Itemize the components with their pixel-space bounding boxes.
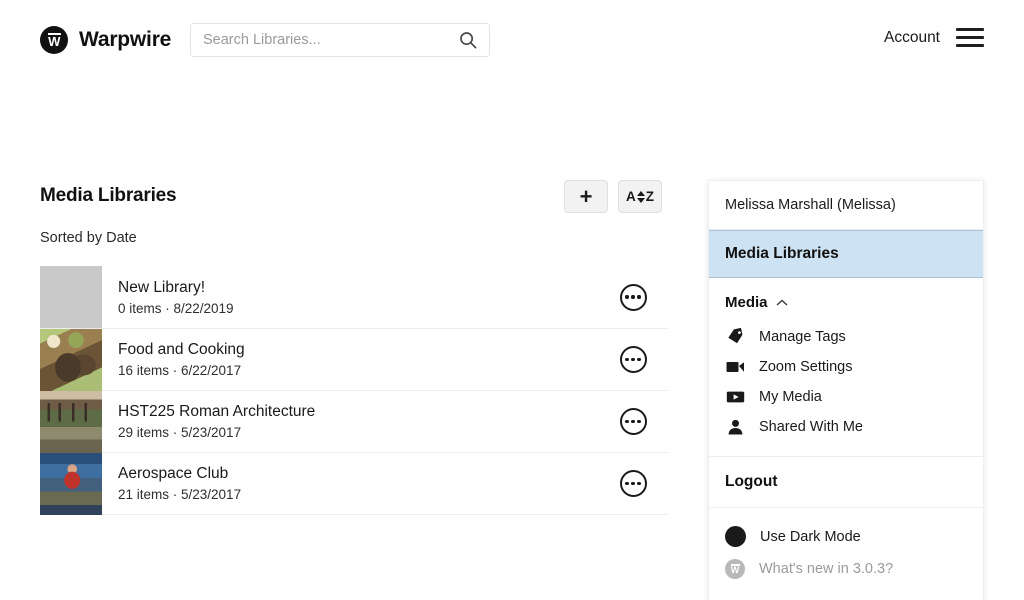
sidebar-media-items: Manage Tags Zoom Settings My Media Share…	[709, 317, 983, 457]
library-meta: 29 items · 5/23/2017	[118, 425, 242, 440]
more-options-icon[interactable]	[619, 408, 647, 435]
library-name: HST225 Roman Architecture	[118, 403, 316, 420]
warpwire-logo-icon: W	[40, 26, 68, 54]
brand-name: Warpwire	[79, 28, 172, 51]
search-icon[interactable]	[459, 31, 477, 49]
sidebar-item-shared-with-me[interactable]: Shared With Me	[709, 412, 983, 442]
table-row[interactable]: Food and Cooking 16 items · 6/22/2017	[40, 328, 668, 391]
app-header: W Warpwire Account	[0, 0, 1024, 80]
whats-new-label: What's new in 3.0.3?	[759, 561, 894, 577]
account-area[interactable]: Account	[884, 28, 984, 47]
sidebar-item-zoom-settings[interactable]: Zoom Settings	[709, 352, 983, 382]
person-icon	[725, 419, 745, 435]
dark-mode-circle-icon	[725, 526, 746, 547]
toolbar: + A Z	[564, 180, 662, 213]
library-name: Aerospace Club	[118, 465, 229, 482]
search-input[interactable]	[191, 24, 459, 56]
sort-status-label: Sorted by Date	[40, 230, 137, 246]
row-actions	[598, 266, 668, 328]
sidebar-item-label: Manage Tags	[759, 328, 846, 345]
table-row[interactable]: New Library! 0 items · 8/22/2019	[40, 266, 668, 328]
library-name: New Library!	[118, 278, 205, 296]
media-library-list: New Library! 0 items · 8/22/2019 Food an…	[40, 266, 668, 515]
table-row[interactable]: Aerospace Club 21 items · 5/23/2017	[40, 452, 668, 515]
library-info: Aerospace Club 21 items · 5/23/2017	[102, 453, 598, 514]
main-content: Media Libraries Sorted by Date + A Z New…	[0, 80, 1024, 600]
library-meta: 21 items · 5/23/2017	[118, 487, 242, 502]
row-actions	[598, 391, 668, 452]
library-thumbnail	[40, 453, 102, 515]
sidebar-item-label: Zoom Settings	[759, 359, 853, 375]
warpwire-gray-icon: W	[725, 559, 745, 579]
hamburger-menu-icon[interactable]	[956, 28, 984, 47]
search-box[interactable]	[190, 23, 490, 57]
logout-button[interactable]: Logout	[709, 457, 983, 508]
library-thumbnail	[40, 266, 102, 328]
library-meta: 16 items · 6/22/2017	[118, 363, 242, 378]
sidebar-section-label: Media	[725, 294, 768, 311]
page-title: Media Libraries	[40, 185, 177, 206]
plus-icon: +	[579, 183, 593, 209]
sidebar-item-my-media[interactable]: My Media	[709, 382, 983, 412]
sidebar-section-media[interactable]: Media	[709, 278, 983, 317]
tag-icon	[725, 328, 745, 345]
sidebar-item-label: Shared With Me	[759, 419, 863, 435]
chevron-up-icon[interactable]	[776, 294, 788, 311]
video-camera-icon	[725, 360, 745, 374]
dark-mode-label: Use Dark Mode	[760, 528, 861, 545]
play-rectangle-icon	[725, 390, 745, 404]
row-actions	[598, 453, 668, 514]
library-meta: 0 items · 8/22/2019	[118, 300, 234, 316]
library-info: New Library! 0 items · 8/22/2019	[102, 266, 598, 328]
brand-logo[interactable]: W Warpwire	[40, 26, 171, 54]
library-name: Food and Cooking	[118, 341, 245, 358]
add-library-button[interactable]: +	[564, 180, 608, 213]
current-user-label: Melissa Marshall (Melissa)	[709, 181, 983, 230]
sidebar-footer: Use Dark Mode W What's new in 3.0.3?	[709, 508, 983, 600]
sidebar-item-label: My Media	[759, 389, 822, 405]
whats-new-link[interactable]: W What's new in 3.0.3?	[709, 553, 983, 585]
library-info: Food and Cooking 16 items · 6/22/2017	[102, 329, 598, 390]
library-thumbnail	[40, 391, 102, 453]
account-side-panel: Melissa Marshall (Melissa) Media Librari…	[708, 180, 984, 600]
row-actions	[598, 329, 668, 390]
sort-alpha-icon: A Z	[626, 189, 654, 204]
sidebar-item-media-libraries[interactable]: Media Libraries	[709, 230, 983, 278]
logo-letter: W	[48, 34, 60, 49]
more-options-icon[interactable]	[619, 346, 647, 373]
library-info: HST225 Roman Architecture 29 items · 5/2…	[102, 391, 598, 452]
library-thumbnail	[40, 329, 102, 391]
table-row[interactable]: HST225 Roman Architecture 29 items · 5/2…	[40, 390, 668, 453]
dark-mode-toggle[interactable]: Use Dark Mode	[709, 520, 983, 553]
more-options-icon[interactable]	[619, 283, 647, 311]
more-options-icon[interactable]	[619, 470, 647, 497]
sidebar-item-manage-tags[interactable]: Manage Tags	[709, 321, 983, 352]
account-label[interactable]: Account	[884, 29, 940, 47]
sort-button[interactable]: A Z	[618, 180, 662, 213]
